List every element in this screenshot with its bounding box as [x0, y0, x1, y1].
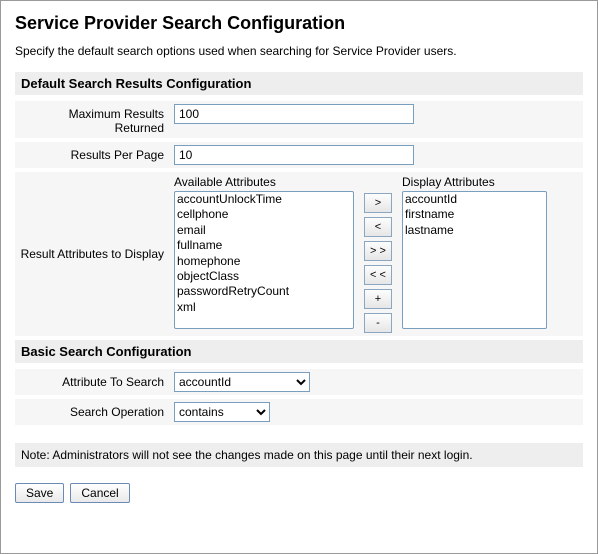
label-result-attributes: Result Attributes to Display — [19, 247, 174, 261]
row-search-operation: Search Operation contains — [15, 399, 583, 425]
btn-remove[interactable]: < — [364, 217, 392, 237]
save-button[interactable]: Save — [15, 483, 64, 503]
row-attribute-to-search: Attribute To Search accountId — [15, 369, 583, 395]
input-per-page[interactable] — [174, 145, 414, 165]
row-max-results: Maximum Results Returned — [15, 101, 583, 138]
list-available-attributes[interactable]: accountUnlockTimecellphoneemailfullnameh… — [174, 191, 354, 329]
label-per-page: Results Per Page — [19, 145, 174, 162]
label-search-operation: Search Operation — [19, 402, 174, 419]
btn-remove-all[interactable]: < < — [364, 265, 392, 285]
list-display-attributes[interactable]: accountIdfirstnamelastname — [402, 191, 547, 329]
list-item[interactable]: lastname — [403, 223, 546, 238]
row-result-attributes: Result Attributes to Display Available A… — [15, 172, 583, 336]
button-bar: Save Cancel — [15, 483, 583, 503]
note-text: Note: Administrators will not see the ch… — [15, 443, 583, 467]
list-item[interactable]: accountId — [403, 192, 546, 207]
label-attribute-to-search: Attribute To Search — [19, 372, 174, 389]
page-intro: Specify the default search options used … — [15, 44, 583, 58]
list-item[interactable]: homephone — [175, 254, 353, 269]
list-item[interactable]: accountUnlockTime — [175, 192, 353, 207]
row-per-page: Results Per Page — [15, 142, 583, 168]
select-attribute-to-search[interactable]: accountId — [174, 372, 310, 392]
label-available-attributes: Available Attributes — [174, 175, 354, 189]
cancel-button[interactable]: Cancel — [70, 483, 129, 503]
label-display-attributes: Display Attributes — [402, 175, 547, 189]
btn-move-down[interactable]: - — [364, 313, 392, 333]
select-search-operation[interactable]: contains — [174, 402, 270, 422]
list-item[interactable]: xml — [175, 300, 353, 315]
list-item[interactable]: fullname — [175, 238, 353, 253]
btn-add[interactable]: > — [364, 193, 392, 213]
list-item[interactable]: passwordRetryCount — [175, 284, 353, 299]
btn-add-all[interactable]: > > — [364, 241, 392, 261]
list-item[interactable]: objectClass — [175, 269, 353, 284]
list-item[interactable]: firstname — [403, 207, 546, 222]
page-title: Service Provider Search Configuration — [15, 13, 583, 34]
section-basic-search-header: Basic Search Configuration — [15, 340, 583, 363]
dual-list: Available Attributes accountUnlockTimece… — [174, 175, 579, 333]
label-max-results: Maximum Results Returned — [19, 104, 174, 135]
input-max-results[interactable] — [174, 104, 414, 124]
list-item[interactable]: cellphone — [175, 207, 353, 222]
btn-move-up[interactable]: + — [364, 289, 392, 309]
section-default-results-header: Default Search Results Configuration — [15, 72, 583, 95]
list-item[interactable]: email — [175, 223, 353, 238]
